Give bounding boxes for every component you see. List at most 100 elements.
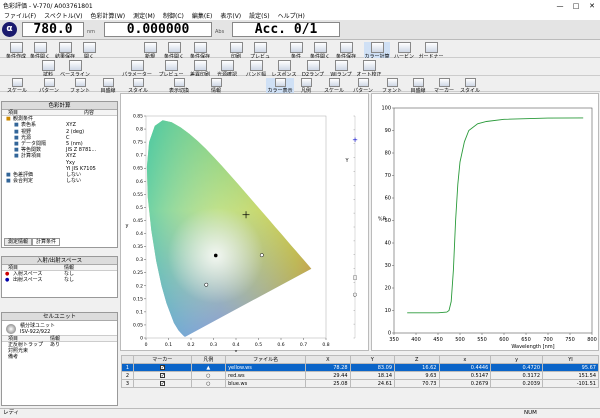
light-source-icon [220,60,234,71]
calibrate-icon [362,60,376,71]
y-tick-label: 0.3 [136,257,143,263]
y-axis-label: %R [378,217,387,223]
color-calc-panel: 色彩計算 項目 内容 ■ 観測条件 ■ 表色系 XYZ ■ 視野 2 (deg) ■ 光源 C ■ デー… [1,101,118,248]
gridline-button[interactable]: 目盛線 [96,78,120,94]
X-value: 25.08 [305,379,351,388]
cell-unit-title: セルユニット [2,313,117,321]
legend-button[interactable]: 凡例 [296,78,316,94]
side-marker-yellow: + [352,136,358,144]
legend-symbol: ○ [190,371,227,380]
y-tick-label: 0.85 [133,114,143,120]
menu-control[interactable]: 制御(C) [159,11,188,20]
condition-icon [289,42,303,53]
y-tick-label: 0.45 [133,218,143,224]
baseline-icon [68,60,82,71]
marker-button[interactable]: マーカー [432,78,456,94]
font2-button[interactable]: フォント [380,78,404,94]
pattern2-button[interactable]: パターン [350,78,376,94]
x-tick-label: 0.1 [165,342,172,348]
scale2-button[interactable]: スケール [322,78,346,94]
menu-color-calc[interactable]: 色彩計算(W) [87,11,130,20]
check-icon[interactable]: ✓ [159,372,165,378]
check-icon[interactable]: ✓ [159,380,165,386]
menu-spectrum[interactable]: スペクトル(V) [40,11,86,20]
menu-help[interactable]: ヘルプ(H) [274,11,309,20]
menu-file[interactable]: ファイル(F) [0,11,40,20]
close-button[interactable]: ✕ [584,2,600,10]
spectral-locus-fill [146,120,312,337]
pattern-button[interactable]: パターン [36,78,62,94]
pattern-icon [43,78,55,87]
y-tick-label: 70 [385,173,391,179]
new-file-icon [143,42,157,53]
x-value: 0.5147 [438,371,492,380]
table-row[interactable]: 1 ✓ ▲ yellow.ws 78.28 83.09 16.62 0.4446 0.4720 9… [121,363,599,372]
results-header-row: マーカー 凡例 ファイル名 X Y Z x y YI [121,355,599,364]
x-tick-label: 0.8 [322,342,329,348]
gridline2-button[interactable]: 目盛線 [406,78,430,94]
y-tick-label: 0.25 [133,270,143,276]
tab-measure-info[interactable]: 測定情報 [4,238,33,246]
status-bar: レディ NUM [0,408,600,417]
file-name: blue.ws [225,379,307,388]
open-icon [82,42,96,53]
y-tick-label: 10 [385,308,391,314]
font-button[interactable]: フォント [68,78,92,94]
display-switch-button[interactable]: 表示切換 [164,78,194,94]
y-tick-label: 0.75 [133,140,143,146]
y-tick-label: 0.7 [136,153,143,159]
y-tick-label: 0 [388,331,391,337]
color-display-icon [274,78,286,87]
y-value: 0.2039 [490,379,544,388]
y-tick-label: 40 [385,241,391,247]
absorbance-unit: Abs [215,29,225,35]
lamp-icon [306,60,320,71]
bandwidth-icon [249,60,263,71]
maximize-button[interactable]: □ [568,2,584,10]
save-icon [193,42,207,53]
menu-edit[interactable]: 編集(E) [188,11,216,20]
x-tick-label: 750 [565,337,575,343]
marker-checkbox[interactable]: ✓ [133,371,192,380]
marker-checkbox[interactable]: ✓ [133,363,192,372]
chromaticity-chart-panel: 0 0.1 0.2 0.3 0.4 0.5 0.6 0.7 0.8 0 0.05 0.1 0.15 0.2… [120,93,369,355]
info-button[interactable]: 情報 [206,78,226,94]
menu-measure[interactable]: 測定(M) [129,11,159,20]
title-bar: 色彩評価 - V-770/ A003761801 — □ ✕ [0,0,600,11]
menu-view[interactable]: 表示(V) [216,11,245,20]
yi-value: 95.67 [542,363,599,372]
minimize-button[interactable]: — [552,2,568,10]
style2-button[interactable]: スタイル [458,78,482,94]
reflectance-axes: 350 400 450 500 550 600 650 700 750 8000102030405… [378,106,597,350]
hazen-icon [397,42,411,53]
measurement-bar: α 780.0 nm 0.000000 Abs Acc. 0/1 [0,20,600,40]
results-table: マーカー 凡例 ファイル名 X Y Z x y YI 1 ✓ ▲ yellow.ws 7… [121,355,599,388]
X-value: 29.44 [305,371,351,380]
x-tick-label: 400 [411,337,421,343]
check-icon[interactable]: ✓ [159,364,165,370]
x-tick-label: 0 [145,342,148,348]
legend-symbol: ▲ [190,363,227,372]
Z-value: 16.62 [394,363,440,372]
y-tick-label: 0.4 [136,231,143,237]
toolbar-view: スケール パターン フォント 目盛線 スタイル 表示切換 情報 カラー表示 凡例… [0,76,600,94]
calc-row[interactable]: ■ 会合判定 しない [2,178,117,184]
x-tick-label: 650 [521,337,531,343]
x-tick-label: 600 [499,337,509,343]
series-line-yellow [407,117,584,314]
color-display-button[interactable]: カラー表示 [266,78,294,94]
reflectance-chart: 350 400 450 500 550 600 650 700 750 8000102030405… [378,106,597,350]
table-row[interactable]: 3 ✓ ○ blue.ws 25.08 24.61 70.73 0.2679 0.2039 -10… [121,379,599,388]
tab-calc-conditions[interactable]: 計算条件 [32,238,61,246]
scale-button[interactable]: スケール [6,78,28,94]
marker-checkbox[interactable]: ✓ [133,379,192,388]
scale-icon [11,78,23,87]
y-tick-label: 0.5 [136,205,143,211]
style-button[interactable]: スタイル [126,78,150,94]
color-calc-icon [370,42,384,53]
printer-icon [229,42,243,53]
file-name: red.ws [225,371,307,380]
menu-settings[interactable]: 設定(S) [245,11,274,20]
table-row[interactable]: 2 ✓ ○ red.ws 29.44 18.14 9.63 0.5147 0.3172 151.5… [121,371,599,380]
y-tick-label: 0.05 [133,322,143,328]
